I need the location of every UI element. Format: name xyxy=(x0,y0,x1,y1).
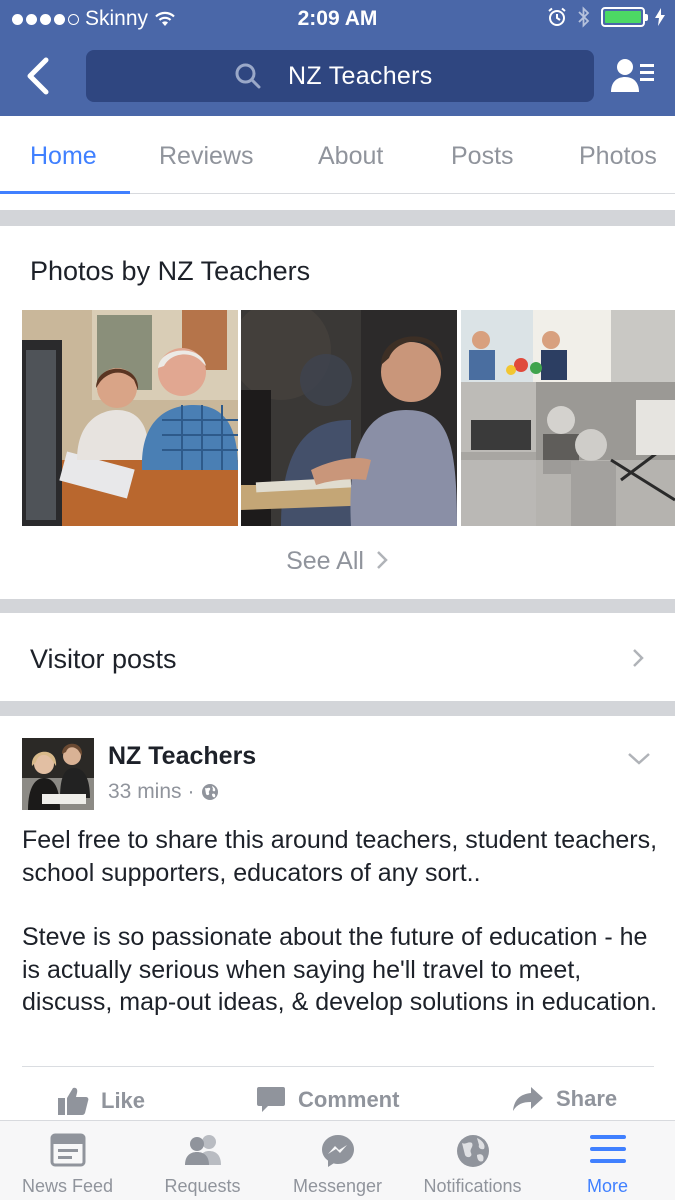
comment-button[interactable]: Comment xyxy=(256,1086,399,1114)
nav-messenger[interactable]: Messenger xyxy=(270,1121,405,1200)
comment-icon xyxy=(257,1087,285,1112)
chevron-right-icon xyxy=(377,551,388,569)
nav-notifications[interactable]: Notifications xyxy=(405,1121,540,1200)
meta-separator: · xyxy=(187,780,195,803)
see-all-photos-link[interactable]: See All xyxy=(0,547,675,576)
photos-section-title: Photos by NZ Teachers xyxy=(30,256,311,286)
charging-icon xyxy=(655,8,665,26)
tab-photos[interactable]: Photos xyxy=(579,142,657,171)
nav-label: Requests xyxy=(164,1176,241,1196)
share-arrow-icon xyxy=(513,1087,543,1111)
tab-reviews[interactable]: Reviews xyxy=(159,142,253,171)
friend-requests-icon xyxy=(184,1135,221,1165)
photo-thumbnail[interactable] xyxy=(461,310,675,526)
globe-icon xyxy=(201,784,218,800)
post-options-button[interactable] xyxy=(627,752,651,771)
share-button[interactable]: Share xyxy=(512,1086,617,1112)
nav-label: Messenger xyxy=(292,1176,383,1196)
chevron-down-icon xyxy=(628,753,650,765)
nav-news-feed[interactable]: News Feed xyxy=(0,1121,135,1200)
alarm-icon xyxy=(548,7,566,26)
back-chevron-icon xyxy=(27,57,49,95)
post-time: 33 mins xyxy=(108,780,182,803)
visitor-posts-row[interactable]: Visitor posts xyxy=(0,613,675,701)
post-body: Feel free to share this around teachers,… xyxy=(22,824,662,1019)
messenger-icon xyxy=(321,1135,354,1167)
visitor-posts-label: Visitor posts xyxy=(30,644,177,674)
post-paragraph: Feel free to share this around teachers,… xyxy=(22,826,658,887)
nav-requests[interactable]: Requests xyxy=(135,1121,270,1200)
section-divider xyxy=(0,210,675,226)
page-tabs: Home Reviews About Posts Photos xyxy=(0,116,675,194)
globe-icon xyxy=(456,1135,489,1167)
photo-thumbnail[interactable] xyxy=(22,310,238,526)
news-feed-icon xyxy=(50,1133,85,1167)
avatar[interactable] xyxy=(22,738,94,810)
nav-label: More xyxy=(586,1176,628,1196)
status-bar: Skinny 2:09 AM xyxy=(0,0,675,38)
post-divider xyxy=(22,1066,654,1067)
bottom-nav: News Feed Requests Messenger Notificatio… xyxy=(0,1120,675,1200)
share-label: Share xyxy=(556,1086,618,1111)
friends-list-button[interactable] xyxy=(610,56,656,96)
tab-home[interactable]: Home xyxy=(30,142,97,171)
tab-about[interactable]: About xyxy=(318,142,383,171)
thumbs-up-icon xyxy=(58,1087,89,1115)
section-divider xyxy=(0,599,675,613)
top-bar: Skinny 2:09 AM NZ Teachers xyxy=(0,0,675,116)
nav-label: Notifications xyxy=(423,1176,522,1196)
bluetooth-icon xyxy=(578,6,590,28)
back-button[interactable] xyxy=(22,54,58,98)
menu-icon xyxy=(589,1135,626,1163)
status-right xyxy=(547,6,665,28)
nav-label: News Feed xyxy=(21,1176,114,1196)
section-divider xyxy=(0,701,675,716)
active-tab-indicator xyxy=(0,191,130,194)
chevron-right-icon xyxy=(633,649,644,667)
photo-thumbnail[interactable] xyxy=(241,310,457,526)
person-list-icon xyxy=(611,59,654,92)
search-query: NZ Teachers xyxy=(288,62,433,90)
search-bar[interactable]: NZ Teachers xyxy=(86,50,594,102)
search-icon xyxy=(235,63,261,89)
nav-more[interactable]: More xyxy=(540,1121,675,1200)
like-label: Like xyxy=(101,1088,146,1113)
battery-icon xyxy=(601,7,648,27)
tab-posts[interactable]: Posts xyxy=(451,142,514,171)
post-author[interactable]: NZ Teachers xyxy=(108,742,256,771)
post-meta: 33 mins · xyxy=(108,780,219,804)
like-button[interactable]: Like xyxy=(57,1086,145,1116)
comment-label: Comment xyxy=(298,1087,400,1112)
post-paragraph: Steve is so passionate about the future … xyxy=(22,923,658,1016)
see-all-label: See All xyxy=(286,547,364,575)
